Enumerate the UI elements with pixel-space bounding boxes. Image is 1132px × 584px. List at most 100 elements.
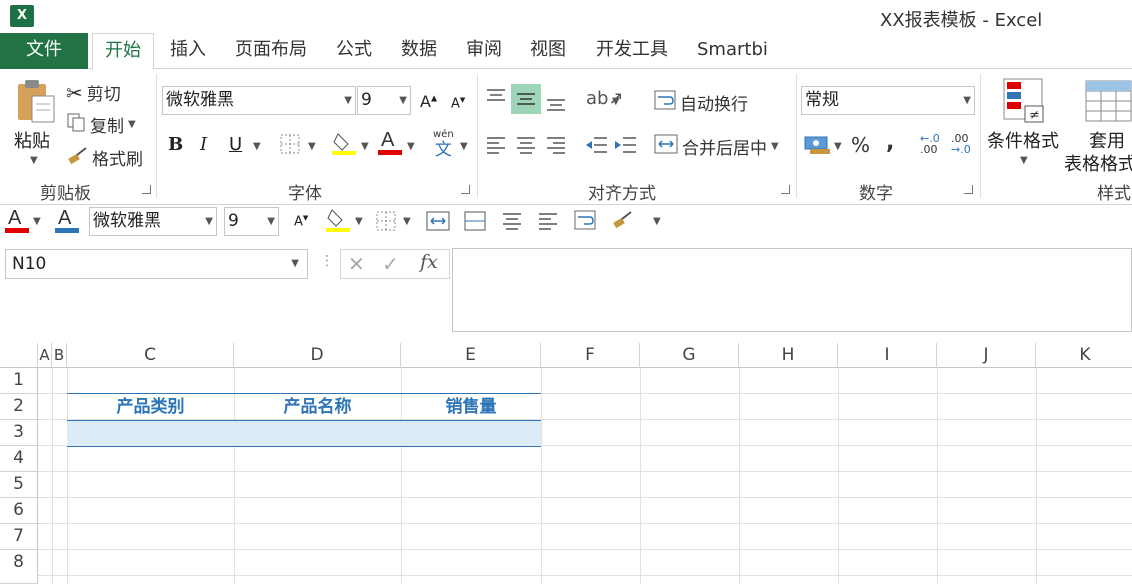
align-left-icon[interactable] xyxy=(538,212,558,235)
comma-style-button[interactable]: , xyxy=(886,130,894,155)
font-color-dropdown-icon[interactable]: ▼ xyxy=(33,216,41,227)
column-header-g[interactable]: G xyxy=(640,343,739,368)
cut-button[interactable]: ✂ 剪切 xyxy=(66,80,121,106)
format-as-table-label-2[interactable]: 表格格式 xyxy=(1064,150,1132,176)
italic-button[interactable]: I xyxy=(200,134,207,155)
table-grid-icon[interactable] xyxy=(464,210,486,237)
row-header-1[interactable]: 1 xyxy=(0,368,38,394)
copy-button[interactable]: 复制 ▼ xyxy=(66,112,136,137)
tab-smartbi[interactable]: Smartbi xyxy=(697,33,768,69)
column-header-e[interactable]: E xyxy=(401,343,541,368)
clipboard-launcher-icon[interactable] xyxy=(142,185,151,194)
header-cell-sales-volume[interactable]: 销售量 xyxy=(401,394,541,421)
font-color-icon[interactable]: A xyxy=(5,206,31,239)
wrap-text-icon[interactable] xyxy=(574,209,598,238)
accounting-dropdown-icon[interactable]: ▼ xyxy=(834,141,842,152)
borders-dropdown-icon[interactable]: ▼ xyxy=(403,216,411,227)
align-center-icon[interactable] xyxy=(502,212,522,235)
grow-font-icon[interactable]: A▲ xyxy=(420,92,437,111)
percent-button[interactable]: % xyxy=(851,133,870,157)
align-center-icon[interactable] xyxy=(516,136,536,159)
formula-input[interactable] xyxy=(452,248,1132,332)
tab-formulas[interactable]: 公式 xyxy=(336,33,372,69)
fill-color-icon[interactable] xyxy=(332,130,358,161)
conditional-format-button[interactable]: 条件格式 xyxy=(987,127,1059,153)
font-color-icon[interactable]: A xyxy=(378,128,404,161)
tab-review[interactable]: 审阅 xyxy=(466,33,502,69)
borders-icon[interactable] xyxy=(376,211,398,236)
align-left-icon[interactable] xyxy=(486,136,506,159)
alignment-launcher-icon[interactable] xyxy=(781,185,790,194)
tab-data[interactable]: 数据 xyxy=(401,33,437,69)
orientation-dropdown-icon[interactable]: ▼ xyxy=(612,96,620,107)
font-name-combo[interactable]: 微软雅黑 ▼ xyxy=(162,86,356,115)
column-header-c[interactable]: C xyxy=(67,343,234,368)
column-header-h[interactable]: H xyxy=(739,343,838,368)
quick-font-size-combo[interactable]: 9 ▼ xyxy=(224,207,279,236)
tab-developer[interactable]: 开发工具 xyxy=(596,33,668,69)
decrease-indent-icon[interactable] xyxy=(584,136,608,159)
borders-dropdown-icon[interactable]: ▼ xyxy=(308,141,316,152)
row-header-5[interactable]: 5 xyxy=(0,472,38,498)
underline-dropdown-icon[interactable]: ▼ xyxy=(253,141,261,152)
phonetic-guide-icon[interactable]: wén 文 xyxy=(433,130,454,161)
merge-dropdown-icon[interactable]: ▼ xyxy=(771,141,779,152)
copy-dropdown-icon[interactable]: ▼ xyxy=(128,119,136,130)
decrease-decimal-icon[interactable]: .00 →.0 xyxy=(951,133,971,155)
borders-icon[interactable] xyxy=(280,134,302,159)
tab-home[interactable]: 开始 xyxy=(92,33,154,70)
tab-insert[interactable]: 插入 xyxy=(170,33,206,69)
row-header-3[interactable]: 3 xyxy=(0,420,38,446)
format-painter-button[interactable]: 格式刷 xyxy=(66,145,143,170)
underline-button[interactable]: U xyxy=(229,134,242,155)
insert-function-button[interactable]: fx xyxy=(420,251,438,273)
select-all-corner[interactable] xyxy=(0,343,38,368)
format-as-table-icon[interactable] xyxy=(1085,80,1132,129)
number-format-combo[interactable]: 常规 ▼ xyxy=(801,86,975,115)
bold-button[interactable]: B xyxy=(168,134,183,155)
fill-color-icon[interactable] xyxy=(326,206,352,239)
font-launcher-icon[interactable] xyxy=(461,185,470,194)
align-top-icon[interactable] xyxy=(486,88,506,111)
align-right-icon[interactable] xyxy=(546,136,566,159)
shrink-font-icon[interactable]: A▼ xyxy=(294,214,308,229)
increase-decimal-icon[interactable]: ←.0.00 xyxy=(920,133,940,155)
merge-cells-icon[interactable] xyxy=(426,210,450,237)
paste-dropdown-icon[interactable]: ▼ xyxy=(30,155,38,166)
customize-toolbar-icon[interactable]: ▼ xyxy=(653,216,661,227)
tab-view[interactable]: 视图 xyxy=(530,33,566,69)
header-cell-category[interactable]: 产品类别 xyxy=(67,394,234,421)
paste-button[interactable]: 粘贴 xyxy=(14,127,50,153)
column-header-f[interactable]: F xyxy=(541,343,640,368)
tab-page-layout[interactable]: 页面布局 xyxy=(235,33,307,69)
header-cell-product-name[interactable]: 产品名称 xyxy=(234,394,401,421)
number-launcher-icon[interactable] xyxy=(964,185,973,194)
wrap-text-button[interactable]: 自动换行 xyxy=(654,89,748,116)
row-header-4[interactable]: 4 xyxy=(0,446,38,472)
align-middle-icon[interactable] xyxy=(511,84,541,114)
row-header-8[interactable]: 8 xyxy=(0,550,38,584)
conditional-format-dropdown-icon[interactable]: ▼ xyxy=(1020,155,1028,166)
conditional-format-icon[interactable]: ≠ xyxy=(1003,78,1047,129)
table-data-row[interactable] xyxy=(67,420,541,447)
name-box[interactable]: N10 ▼ xyxy=(5,249,308,279)
row-header-2[interactable]: 2 xyxy=(0,394,38,420)
enter-check-icon[interactable]: ✓ xyxy=(382,252,399,276)
column-header-i[interactable]: I xyxy=(838,343,937,368)
tab-file[interactable]: 文件 xyxy=(0,33,88,69)
font-color-dropdown-icon[interactable]: ▼ xyxy=(407,141,415,152)
quick-font-name-combo[interactable]: 微软雅黑 ▼ xyxy=(89,207,217,236)
column-header-b[interactable]: B xyxy=(52,343,67,368)
phonetic-dropdown-icon[interactable]: ▼ xyxy=(460,141,468,152)
column-header-j[interactable]: J xyxy=(937,343,1036,368)
fill-color-dropdown-icon[interactable]: ▼ xyxy=(361,141,369,152)
align-bottom-icon[interactable] xyxy=(546,94,566,117)
font-size-combo[interactable]: 9 ▼ xyxy=(357,86,411,115)
column-header-d[interactable]: D xyxy=(234,343,401,368)
format-painter-icon[interactable] xyxy=(611,209,635,236)
increase-indent-icon[interactable] xyxy=(613,136,637,159)
accounting-format-icon[interactable] xyxy=(804,133,834,160)
fill-color-dropdown-icon[interactable]: ▼ xyxy=(355,216,363,227)
column-header-k[interactable]: K xyxy=(1036,343,1132,368)
font-color-alt-icon[interactable]: A xyxy=(55,206,81,239)
